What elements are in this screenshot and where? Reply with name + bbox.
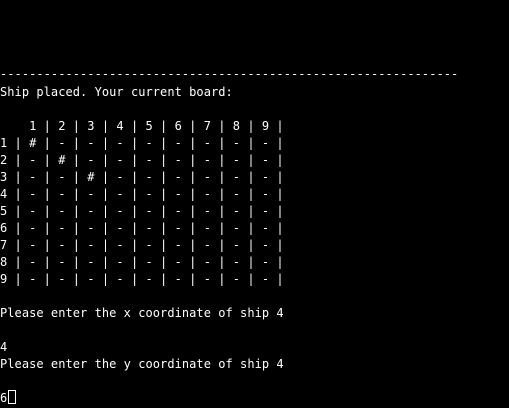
prompt-y-coordinate: Please enter the y coordinate of ship 4 [0, 357, 284, 371]
terminal-window[interactable]: ----------------------------------------… [0, 0, 509, 408]
board-row-3: 3 | - | - | # | - | - | - | - | - | - | [0, 170, 284, 184]
board-column-header: 1 | 2 | 3 | 4 | 5 | 6 | 7 | 8 | 9 | [0, 119, 284, 133]
entered-x-value: 4 [0, 340, 8, 354]
board-row-2: 2 | - | # | - | - | - | - | - | - | - | [0, 153, 284, 167]
board-row-4: 4 | - | - | - | - | - | - | - | - | - | [0, 187, 284, 201]
prompt-x-coordinate: Please enter the x coordinate of ship 4 [0, 306, 284, 320]
board-row-6: 6 | - | - | - | - | - | - | - | - | - | [0, 221, 284, 235]
board-row-1: 1 | # | - | - | - | - | - | - | - | - | [0, 136, 284, 150]
text-cursor [8, 390, 17, 404]
board-row-7: 7 | - | - | - | - | - | - | - | - | - | [0, 238, 284, 252]
status-message: Ship placed. Your current board: [0, 85, 233, 99]
game-board: 1 | # | - | - | - | - | - | - | - | - | … [0, 135, 284, 288]
current-input-value[interactable]: 6 [0, 391, 7, 405]
command-input-line[interactable]: 6 [0, 390, 17, 407]
separator-line: ----------------------------------------… [0, 67, 459, 81]
board-row-8: 8 | - | - | - | - | - | - | - | - | - | [0, 255, 284, 269]
board-row-5: 5 | - | - | - | - | - | - | - | - | - | [0, 204, 284, 218]
board-row-9: 9 | - | - | - | - | - | - | - | - | - | [0, 272, 284, 286]
